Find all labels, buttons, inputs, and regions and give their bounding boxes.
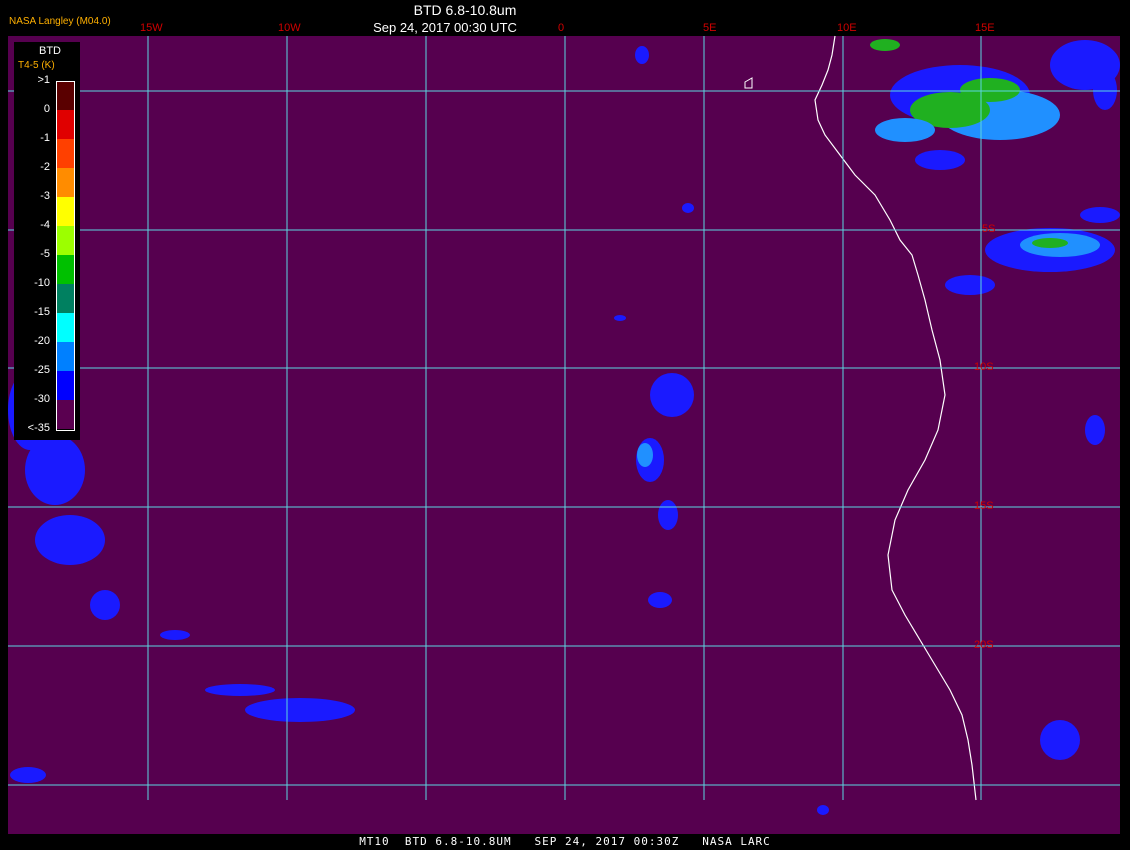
legend-label: -20 — [34, 335, 50, 347]
source-label: NASA Langley (M04.0) — [9, 16, 111, 27]
legend-label: 0 — [43, 103, 50, 115]
satellite-map — [8, 35, 1120, 834]
lon-label-15e: 15E — [975, 22, 995, 34]
product-date: Sep 24, 2017 00:30 UTC — [373, 20, 517, 35]
legend-label: -2 — [40, 161, 50, 173]
lat-label-20s: 20S — [974, 639, 994, 651]
legend-label: -3 — [40, 190, 50, 202]
legend-label: <-35 — [27, 422, 50, 434]
lon-label-10w: 10W — [278, 22, 301, 34]
lat-label-15s: 15S — [974, 500, 994, 512]
legend-label: -30 — [34, 393, 50, 405]
legend-label: -15 — [34, 306, 50, 318]
legend-label: -5 — [40, 248, 50, 260]
lon-label-10e: 10E — [837, 22, 857, 34]
legend-label: -1 — [40, 132, 50, 144]
legend-title: BTD — [39, 45, 61, 57]
product-title: BTD 6.8-10.8um — [413, 2, 517, 18]
lat-label-10s: 10S — [974, 361, 994, 373]
lon-label-15w: 15W — [140, 22, 163, 34]
lat-label-5s: 5S — [982, 223, 996, 235]
legend-frame — [56, 81, 75, 431]
legend-label: -25 — [34, 364, 50, 376]
footer-caption: MT10 BTD 6.8-10.8UM SEP 24, 2017 00:30Z … — [359, 835, 771, 848]
legend-label: -10 — [34, 277, 50, 289]
legend-label: >1 — [37, 74, 50, 86]
legend-subtitle: T4-5 (K) — [18, 60, 55, 71]
legend-label: -4 — [40, 219, 50, 231]
lon-label-0: 0 — [558, 22, 565, 34]
lon-label-5e: 5E — [703, 22, 717, 34]
